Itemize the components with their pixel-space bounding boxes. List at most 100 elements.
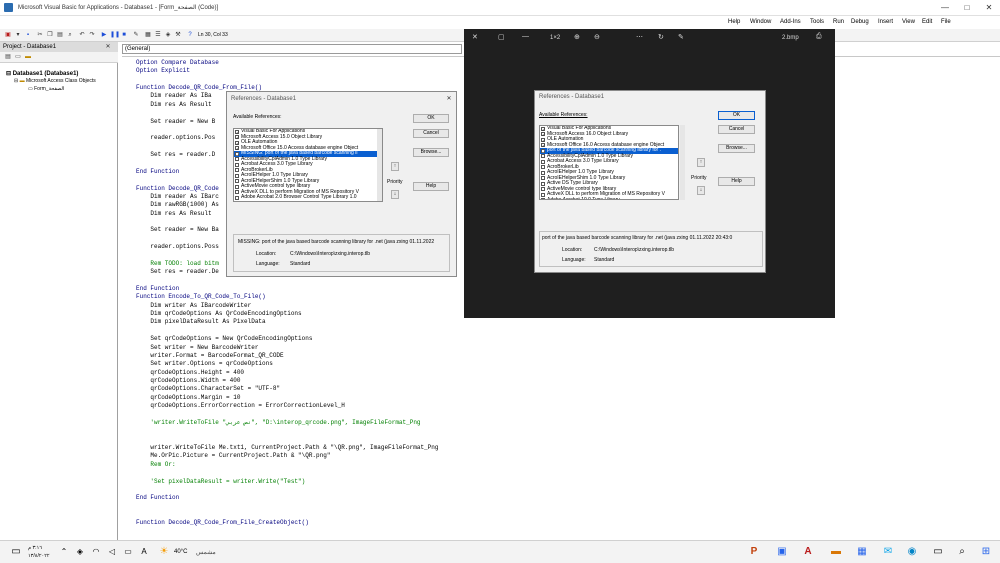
clock-date[interactable]: ١٣/٨/٢٠٢٢	[28, 553, 50, 559]
checkbox-icon[interactable]	[235, 162, 239, 167]
ok-button[interactable]: OK	[413, 114, 449, 123]
tree-form-item[interactable]: ▭ Form_الصفحة	[28, 86, 64, 92]
checkbox-icon[interactable]	[541, 170, 545, 175]
photos-icon[interactable]: ▣	[776, 546, 788, 558]
run-icon[interactable]: ▶	[100, 31, 108, 39]
browse-button[interactable]: Browse...	[413, 148, 449, 157]
code-line[interactable]: 'Set pixelDataResult = writer.Write("Tes…	[136, 478, 305, 486]
menu-run[interactable]: Run	[833, 19, 844, 25]
clock-time[interactable]: ٣:١٦ م	[28, 545, 42, 551]
close-icon[interactable]: ✕	[104, 43, 112, 51]
checked-checkbox-icon[interactable]: ✓	[235, 146, 239, 151]
checkbox-icon[interactable]	[235, 184, 239, 189]
code-line[interactable]: qrCodeOptions.ErrorCorrection = ErrorCor…	[136, 402, 344, 410]
help-button[interactable]: Help	[413, 182, 449, 191]
code-line[interactable]: Function Decode_QR_Code	[136, 185, 219, 193]
checked-checkbox-icon[interactable]: ✓	[541, 132, 545, 137]
insert-module-icon[interactable]: ▾	[14, 31, 22, 39]
code-line[interactable]: Option Compare Database	[136, 59, 219, 67]
code-line[interactable]: Rem Or:	[136, 461, 175, 469]
cancel-button[interactable]: Cancel	[413, 129, 449, 138]
reference-item[interactable]: Adobe Acrobat 10.0 Type Library	[540, 197, 678, 199]
tree-class-objects[interactable]: ⊟ ▬ Microsoft Access Class Objects	[14, 78, 96, 84]
close-icon[interactable]: ✕	[472, 33, 478, 41]
priority-up-button[interactable]: ↑	[391, 162, 399, 171]
code-line[interactable]: Dim reader As IBarc	[136, 193, 218, 201]
zoom-in-icon[interactable]: ⊕	[574, 33, 580, 41]
close-button[interactable]: ✕	[978, 0, 1000, 16]
code-line[interactable]: Dim rawRGB(1000) As	[136, 201, 218, 209]
help-icon[interactable]: ?	[186, 31, 194, 39]
checkbox-icon[interactable]	[235, 190, 239, 194]
checkbox-icon[interactable]	[235, 157, 239, 161]
minimize-icon[interactable]: —	[522, 33, 529, 40]
priority-up-button[interactable]: ↑	[697, 158, 705, 167]
code-line[interactable]: Set res = reader.D	[136, 151, 215, 159]
code-line[interactable]: Option Explicit	[136, 67, 190, 75]
edge-icon[interactable]: ◉	[906, 546, 918, 558]
reset-icon[interactable]: ■	[120, 31, 128, 39]
menu-add-ins[interactable]: Add-Ins	[780, 19, 801, 25]
code-line[interactable]: Dim writer As IBarcodeWriter	[136, 302, 251, 310]
code-line[interactable]: qrCodeOptions.Width = 400	[136, 377, 240, 385]
edit-icon[interactable]: ✎	[678, 33, 684, 41]
find-icon[interactable]: ⌕	[66, 31, 74, 39]
object-browser-icon[interactable]: ◈	[164, 31, 172, 39]
menu-edit[interactable]: Edit	[922, 19, 932, 25]
code-line[interactable]: Dim pixelDataResult As PixelData	[136, 318, 265, 326]
checkbox-icon[interactable]	[541, 187, 545, 191]
references-list[interactable]: ✓ Visual Basic For Applications ✓ Microsoft…	[233, 128, 383, 202]
checkbox-icon[interactable]	[235, 179, 239, 183]
redo-icon[interactable]: ↷	[88, 31, 96, 39]
checked-checkbox-icon[interactable]: ✓	[235, 151, 239, 156]
checkbox-icon[interactable]	[541, 165, 545, 169]
rotate-icon[interactable]: ↻	[658, 33, 664, 41]
search-icon[interactable]: ⌕	[956, 546, 968, 558]
checkbox-icon[interactable]	[541, 154, 545, 158]
list-scrollbar[interactable]	[680, 125, 685, 200]
design-mode-icon[interactable]: ✎	[132, 31, 140, 39]
code-line[interactable]: Dim reader As IBa	[136, 92, 211, 100]
menu-tools[interactable]: Tools	[810, 19, 824, 25]
code-line[interactable]: Set res = reader.De	[136, 268, 218, 276]
access-icon[interactable]: A	[802, 546, 814, 558]
copy-icon[interactable]: ❐	[46, 31, 54, 39]
wifi-icon[interactable]: ◠	[90, 546, 102, 558]
more-icon[interactable]: ⋯	[636, 33, 643, 41]
checked-checkbox-icon[interactable]: ✓	[235, 129, 239, 134]
checkbox-icon[interactable]	[541, 176, 545, 180]
references-list[interactable]: ✓ Visual Basic For Applications ✓ Microsoft…	[539, 125, 679, 200]
notification-icon[interactable]: ▭	[10, 546, 22, 558]
chevron-up-icon[interactable]: ⌃	[58, 546, 70, 558]
code-line[interactable]: reader.options.Poss	[136, 243, 218, 251]
code-line[interactable]: 'writer.WriteToFile "نص عربي", "D:\inter…	[136, 419, 420, 427]
collapse-icon[interactable]: ⊟	[6, 71, 13, 77]
mail-icon[interactable]: ✉	[882, 546, 894, 558]
minimize-button[interactable]: —	[934, 0, 956, 16]
object-combo[interactable]: (General)	[122, 44, 462, 54]
zoom-out-icon[interactable]: ⊖	[594, 33, 600, 41]
code-line[interactable]: Set writer.Options = qrCodeOptions	[136, 360, 272, 368]
checked-checkbox-icon[interactable]: ✓	[541, 143, 545, 148]
network-icon[interactable]: ◈	[74, 546, 86, 558]
volume-icon[interactable]: ◁	[106, 546, 118, 558]
checkbox-icon[interactable]	[541, 198, 545, 199]
menu-window[interactable]: Window	[750, 19, 771, 25]
checked-checkbox-icon[interactable]: ✓	[235, 140, 239, 145]
list-scrollbar[interactable]	[377, 129, 382, 201]
dialog-close-icon[interactable]: ✕	[445, 95, 453, 103]
code-line[interactable]: reader.options.Pos	[136, 134, 215, 142]
explorer-icon[interactable]: ▬	[830, 546, 842, 558]
code-line[interactable]: Dim res As Result	[136, 101, 211, 109]
share-icon[interactable]: ⎙	[816, 33, 822, 41]
code-line[interactable]: Set qrCodeOptions = New QrCodeEncodingOp…	[136, 335, 312, 343]
code-line[interactable]: qrCodeOptions.Margin = 10	[136, 394, 240, 402]
checked-checkbox-icon[interactable]: ✓	[541, 126, 545, 131]
code-line[interactable]: Function Encode_To_QR_Code_To_File()	[136, 293, 266, 301]
access-view-icon[interactable]: ▣	[4, 31, 12, 39]
toolbox-icon[interactable]: ⚒	[174, 31, 182, 39]
menu-file[interactable]: File	[941, 19, 951, 25]
battery-icon[interactable]: ▭	[122, 546, 134, 558]
start-icon[interactable]: ⊞	[980, 546, 992, 558]
code-line[interactable]: Dim res As Result	[136, 210, 211, 218]
